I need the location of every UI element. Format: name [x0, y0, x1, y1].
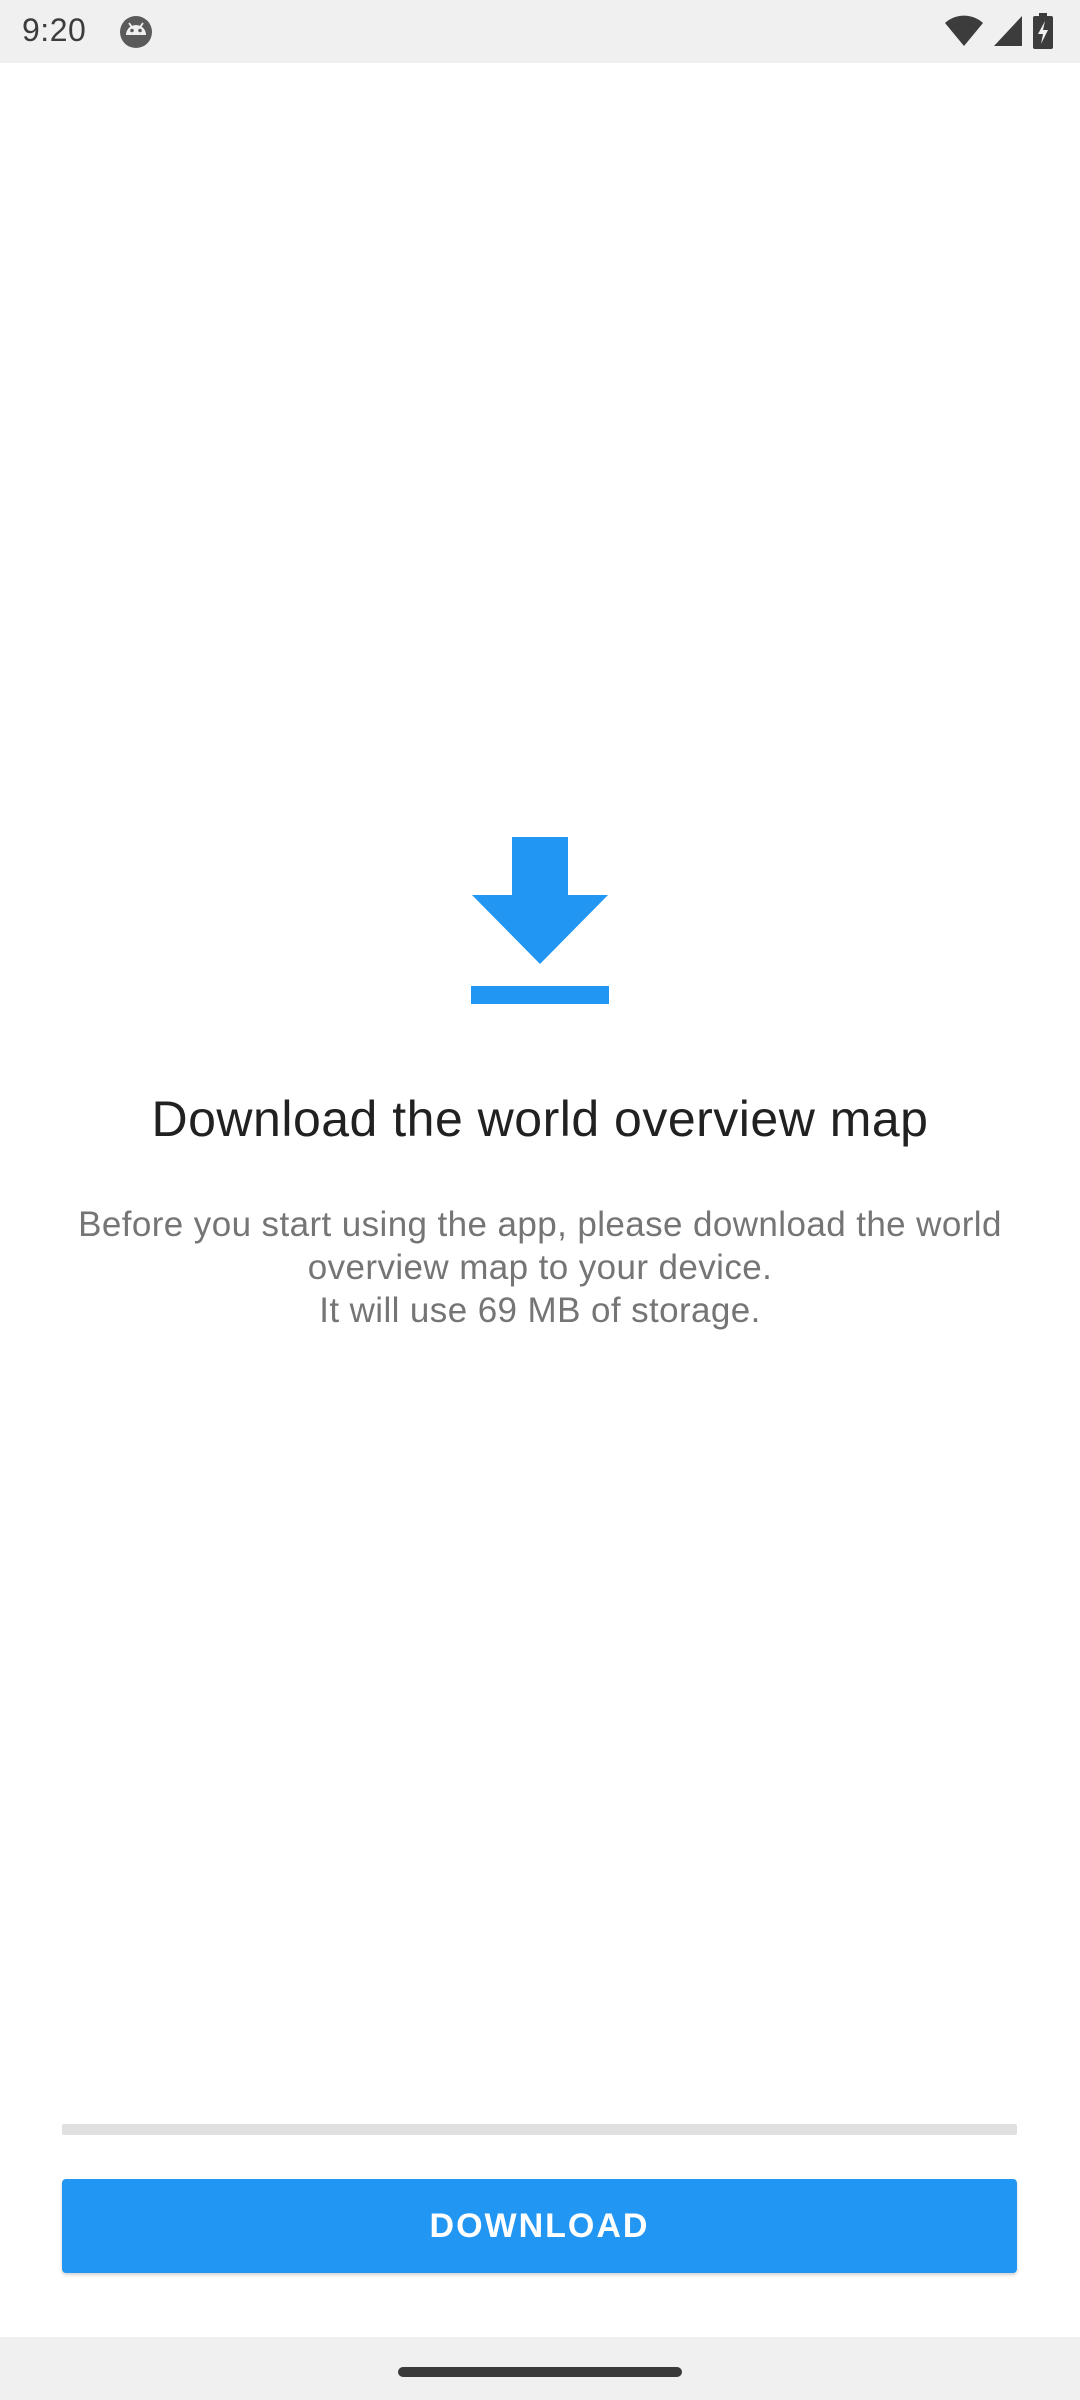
download-progress-bar: [62, 2124, 1017, 2135]
android-robot-icon: [118, 14, 154, 50]
description-text: Before you start using the app, please d…: [40, 1203, 1040, 1332]
download-arrow-icon: [470, 837, 610, 1007]
description-line: overview map to your device.: [307, 1248, 773, 1287]
home-gesture-handle[interactable]: [398, 2367, 682, 2377]
download-button[interactable]: DOWNLOAD: [62, 2179, 1017, 2273]
description-line: Before you start using the app, please d…: [78, 1205, 1002, 1244]
navigation-bar: [0, 2337, 1080, 2400]
cell-signal-icon: [992, 14, 1024, 48]
description-line: It will use 69 MB of storage.: [319, 1291, 761, 1330]
wifi-icon: [944, 14, 984, 48]
status-icons: [944, 12, 1054, 50]
status-time: 9:20: [22, 12, 87, 48]
app-screen: 9:20 Download the world overview map Bef…: [0, 0, 1080, 2400]
status-bar: 9:20: [0, 0, 1080, 63]
page-title: Download the world overview map: [151, 1091, 929, 1147]
battery-charging-icon: [1032, 13, 1054, 49]
